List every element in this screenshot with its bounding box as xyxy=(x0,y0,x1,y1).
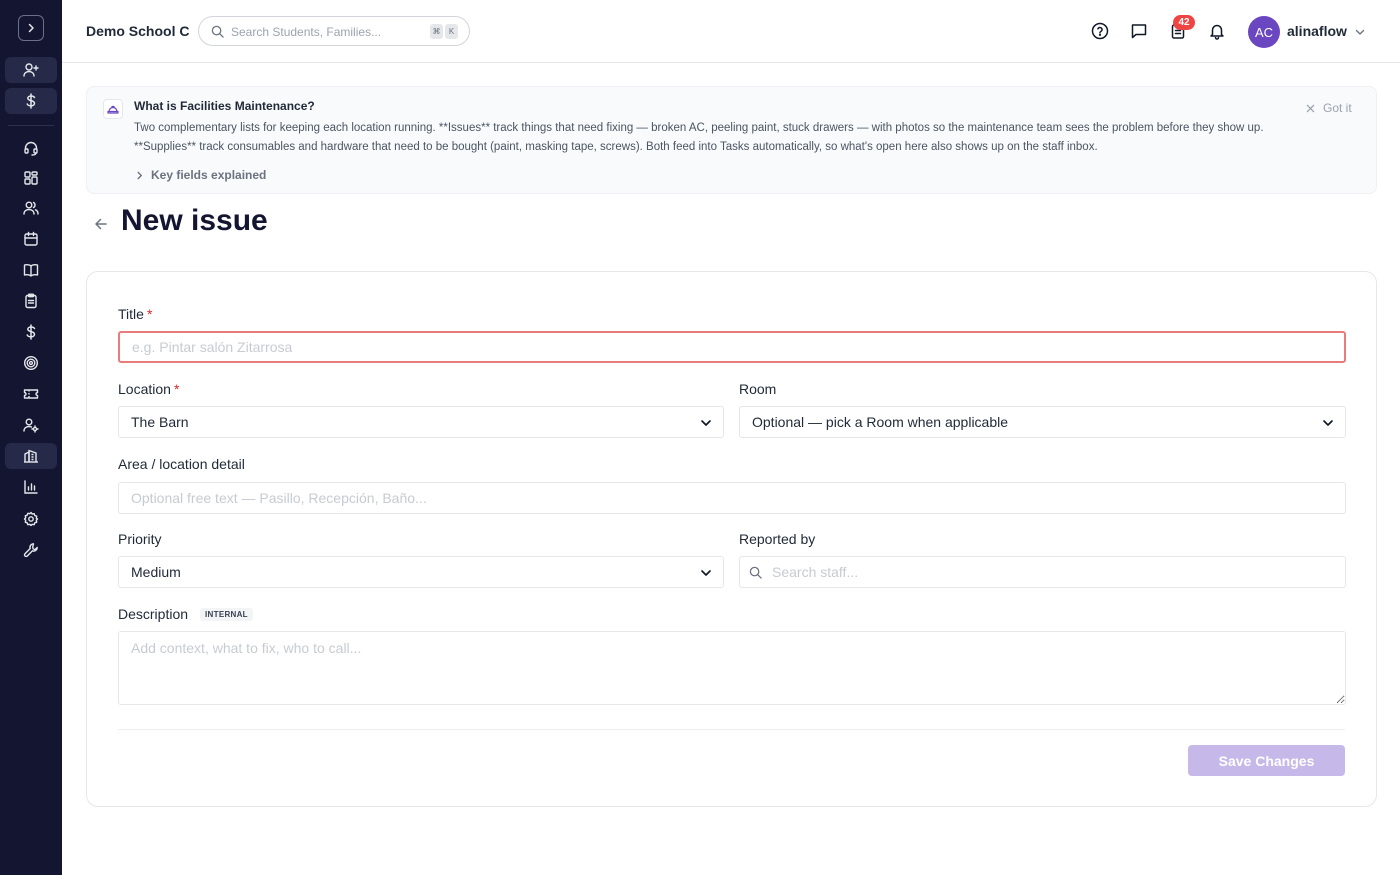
sidebar-item-tickets[interactable] xyxy=(5,381,57,407)
message-square-icon xyxy=(1131,24,1147,39)
dismiss-label: Got it xyxy=(1323,101,1352,115)
location-select[interactable]: The Barn xyxy=(118,406,724,438)
sidebar-item-facilities[interactable] xyxy=(5,443,57,469)
dollar-icon xyxy=(26,93,36,109)
ticket-icon xyxy=(23,389,39,399)
dismiss-banner-button[interactable]: Got it xyxy=(1306,101,1352,115)
shortcut-key-k: K xyxy=(445,24,458,39)
area-input[interactable] xyxy=(119,483,1345,513)
sidebar-item-people[interactable] xyxy=(5,195,57,221)
sidebar-item-settings[interactable] xyxy=(5,506,57,532)
page-title: New issue xyxy=(121,204,268,237)
help-circle-icon xyxy=(1091,22,1109,40)
username[interactable]: alinaflow xyxy=(1287,23,1347,39)
shortcut-key-cmd: ⌘ xyxy=(430,24,443,39)
chevron-down-icon xyxy=(1323,420,1333,426)
bar-chart-icon xyxy=(24,480,38,494)
search-input[interactable] xyxy=(231,23,421,41)
location-label-text: Location xyxy=(118,381,171,397)
users-icon xyxy=(23,201,39,215)
reported-by-label: Reported by xyxy=(739,531,816,547)
sidebar-toggle-button[interactable] xyxy=(18,15,44,41)
search-icon xyxy=(211,25,224,38)
bell-icon xyxy=(1210,24,1224,40)
messages-button[interactable] xyxy=(1129,21,1149,41)
area-field[interactable] xyxy=(118,482,1346,514)
tasks-count-badge: 42 xyxy=(1173,15,1195,30)
description-label-text: Description xyxy=(118,606,189,622)
internal-tag: INTERNAL xyxy=(200,608,253,621)
key-fields-toggle[interactable]: Key fields explained xyxy=(135,168,266,182)
sidebar-item-finance[interactable] xyxy=(5,319,57,345)
new-issue-form: Title* Location* The Barn Room Optional … xyxy=(86,271,1377,807)
room-select[interactable]: Optional — pick a Room when applicable xyxy=(739,406,1346,438)
top-header: Demo School C ⌘ K 42 AC alinaflow xyxy=(62,0,1400,63)
school-name: Demo School C xyxy=(86,23,190,39)
required-mark: * xyxy=(146,306,153,322)
description-textarea[interactable] xyxy=(119,632,1345,704)
building-icon xyxy=(24,449,38,463)
wrench-icon xyxy=(23,543,38,558)
location-value: The Barn xyxy=(131,414,189,430)
user-avatar[interactable]: AC xyxy=(1248,16,1280,48)
chevron-right-icon xyxy=(28,23,34,33)
save-changes-button[interactable]: Save Changes xyxy=(1188,745,1345,776)
title-label: Title * xyxy=(118,306,152,322)
title-field[interactable] xyxy=(118,331,1346,363)
title-input[interactable] xyxy=(120,333,1344,361)
sidebar-item-goals[interactable] xyxy=(5,350,57,376)
description-label: Description INTERNAL xyxy=(118,606,253,622)
area-label: Area / location detail xyxy=(118,456,245,472)
back-arrow-icon[interactable] xyxy=(92,215,110,233)
room-label: Room xyxy=(739,381,777,397)
banner-title: What is Facilities Maintenance? xyxy=(134,99,315,113)
book-open-icon xyxy=(23,264,39,277)
location-label: Location * xyxy=(118,381,179,397)
chevron-down-icon xyxy=(701,420,711,426)
chevron-right-icon xyxy=(137,171,142,179)
sidebar-item-add-user[interactable] xyxy=(5,57,57,83)
sidebar-item-tools[interactable] xyxy=(5,537,57,563)
dashboard-icon xyxy=(24,171,38,185)
search-icon xyxy=(749,566,762,579)
info-banner: What is Facilities Maintenance? Two comp… xyxy=(86,86,1377,194)
close-icon xyxy=(1306,104,1315,112)
calendar-icon xyxy=(24,231,38,246)
priority-select[interactable]: Medium xyxy=(118,556,724,588)
sidebar xyxy=(0,0,62,875)
sidebar-item-staff-settings[interactable] xyxy=(5,412,57,438)
sidebar-item-calendar[interactable] xyxy=(5,226,57,252)
hard-hat-icon xyxy=(103,99,123,119)
priority-value: Medium xyxy=(131,564,181,580)
sidebar-item-dashboard[interactable] xyxy=(5,165,57,191)
clipboard-icon xyxy=(25,293,37,309)
notifications-button[interactable] xyxy=(1207,21,1227,41)
title-label-text: Title xyxy=(118,306,144,322)
global-search[interactable]: ⌘ K xyxy=(198,16,470,46)
reported-by-input[interactable] xyxy=(740,557,1345,587)
headset-icon xyxy=(24,141,38,156)
help-button[interactable] xyxy=(1090,21,1110,41)
chevron-down-icon[interactable] xyxy=(1354,26,1366,38)
gear-icon xyxy=(23,511,39,527)
reported-by-field[interactable] xyxy=(739,556,1346,588)
sidebar-divider xyxy=(8,125,54,126)
required-mark: * xyxy=(173,381,180,397)
sidebar-item-courses[interactable] xyxy=(5,257,57,283)
key-fields-label: Key fields explained xyxy=(151,168,267,182)
sidebar-item-billing[interactable] xyxy=(5,88,57,114)
user-gear-icon xyxy=(23,418,39,433)
description-field[interactable] xyxy=(118,631,1346,705)
banner-body: Two complementary lists for keeping each… xyxy=(134,122,1264,153)
room-value: Optional — pick a Room when applicable xyxy=(752,414,1009,430)
sidebar-item-reports[interactable] xyxy=(5,474,57,500)
chevron-down-icon xyxy=(701,570,711,576)
sidebar-item-support[interactable] xyxy=(5,135,57,161)
dollar-icon xyxy=(26,324,36,340)
form-divider xyxy=(118,729,1345,730)
sidebar-item-tasks[interactable] xyxy=(5,288,57,314)
target-icon xyxy=(23,355,39,371)
user-plus-icon xyxy=(23,63,39,77)
priority-label: Priority xyxy=(118,531,162,547)
